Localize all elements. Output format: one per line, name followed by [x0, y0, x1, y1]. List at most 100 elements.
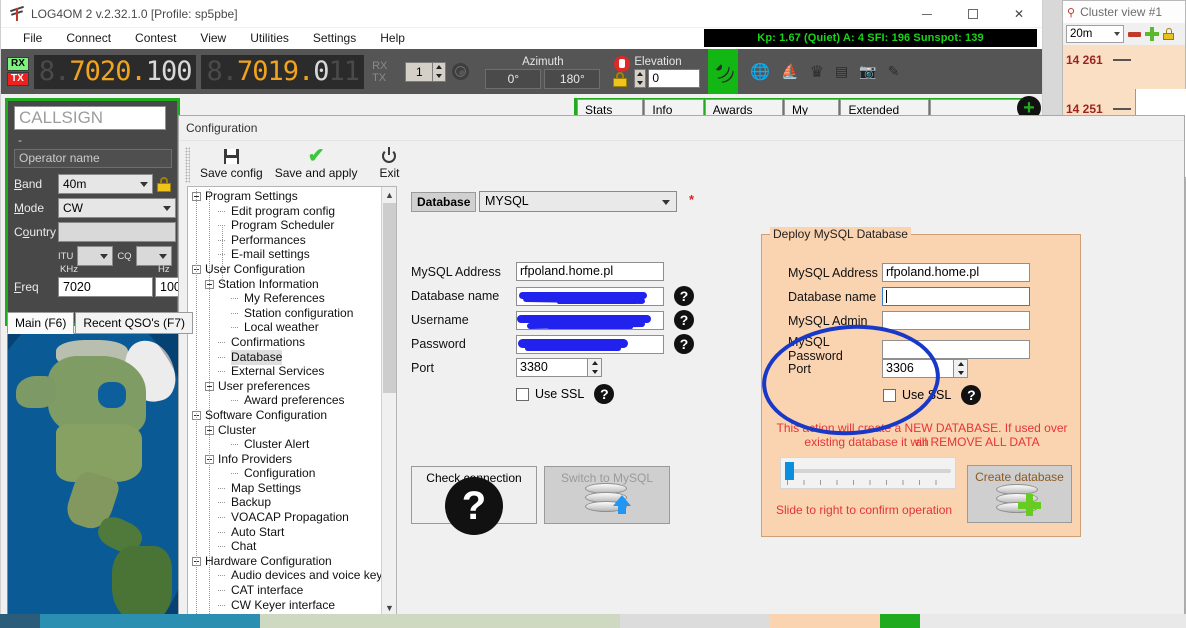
tree-item-info-providers[interactable]: Info Providers	[188, 452, 382, 467]
tree-item-audio-devices-and-voice-keyer[interactable]: Audio devices and voice keyer	[188, 568, 393, 583]
tree-item-backup[interactable]: Backup	[188, 495, 382, 510]
deploy-mysql-admin-input[interactable]	[882, 311, 1030, 330]
help-icon[interactable]: ?	[594, 384, 615, 404]
minus-icon[interactable]	[1128, 31, 1141, 37]
database-name-input[interactable]	[516, 286, 664, 306]
close-button[interactable]: ✕	[996, 0, 1042, 28]
tree-item-user-preferences[interactable]: User preferences	[188, 379, 382, 394]
elevation-input[interactable]: 0	[648, 69, 701, 88]
menu-contest[interactable]: Contest	[123, 28, 188, 49]
mode-select[interactable]: CW	[58, 198, 176, 218]
tree-item-station-configuration[interactable]: Station configuration	[188, 306, 382, 321]
signal-icon[interactable]: ◗))	[708, 49, 739, 94]
tree-item-program-settings[interactable]: Program Settings	[188, 189, 382, 204]
cluster-spot[interactable]: 14 261	[1066, 53, 1103, 67]
stepper-down-icon[interactable]	[436, 74, 443, 78]
scroll-up-icon[interactable]: ▲	[382, 187, 396, 202]
tree-item-my-references[interactable]: My References	[188, 291, 382, 306]
tree-item-cluster[interactable]: Cluster	[188, 423, 382, 438]
toolbar-grip[interactable]	[185, 147, 190, 183]
tree-item-database[interactable]: Database	[188, 349, 382, 365]
tree-scrollbar[interactable]: ▲ ▼	[381, 187, 396, 615]
azimuth-value-secondary[interactable]: 180°	[544, 68, 601, 89]
elevation-stepper[interactable]	[634, 69, 647, 88]
globe-icon[interactable]: 🌐	[750, 62, 770, 82]
gear-icon[interactable]	[452, 63, 470, 80]
azimuth-value[interactable]: 0°	[485, 68, 542, 89]
exit-button[interactable]: Exit	[363, 146, 415, 183]
cluster-band-select[interactable]: 20m	[1066, 25, 1124, 43]
create-database-button[interactable]: Create database	[967, 465, 1072, 523]
hand-stop-icon[interactable]	[614, 56, 631, 72]
freq-khz-input[interactable]: 7020	[58, 277, 153, 297]
deploy-database-name-input[interactable]	[882, 287, 1030, 306]
band-select[interactable]: 40m	[58, 174, 153, 194]
deploy-mysql-address-input[interactable]: rfpoland.home.pl	[882, 263, 1030, 282]
vfo-b-display[interactable]: 8. 7019. 0 11	[201, 54, 365, 89]
menu-file[interactable]: File	[11, 28, 54, 49]
menu-settings[interactable]: Settings	[301, 28, 368, 49]
tree-item-map-settings[interactable]: Map Settings	[188, 481, 382, 496]
tree-item-award-preferences[interactable]: Award preferences	[188, 393, 382, 408]
maximize-button[interactable]	[950, 0, 996, 28]
save-config-button[interactable]: Save config	[194, 146, 269, 183]
stepper-down-icon[interactable]	[591, 369, 598, 374]
tree-item-performances[interactable]: Performances	[188, 233, 382, 248]
tree-item-voacap-propagation[interactable]: VOACAP Propagation	[188, 510, 382, 525]
menu-connect[interactable]: Connect	[54, 28, 123, 49]
tree-item-confirmations[interactable]: Confirmations	[188, 335, 382, 350]
rotator-icon[interactable]: ⛵	[781, 63, 798, 80]
camera-icon[interactable]: 📷	[859, 63, 876, 80]
save-and-apply-button[interactable]: ✔ Save and apply	[269, 146, 364, 183]
use-ssl-checkbox[interactable]	[516, 387, 529, 401]
tree-item-auto-start[interactable]: Auto Start	[188, 525, 382, 540]
port-stepper[interactable]	[588, 358, 602, 377]
server-icon[interactable]: ▤	[835, 63, 848, 80]
tree-item-configuration[interactable]: Configuration	[188, 466, 382, 481]
help-icon[interactable]: ?	[674, 310, 694, 330]
stepper-down-icon[interactable]	[637, 80, 644, 85]
scroll-thumb[interactable]	[383, 203, 396, 393]
tree-item-edit-program-config[interactable]: Edit program config	[188, 204, 382, 219]
band-lock-icon[interactable]	[157, 176, 171, 192]
callsign-input[interactable]: CALLSIGN	[14, 106, 166, 130]
tab-main[interactable]: Main (F6)	[7, 312, 75, 334]
menu-view[interactable]: View	[188, 28, 238, 49]
cq-select[interactable]	[135, 246, 172, 266]
deploy-port-stepper[interactable]	[954, 359, 968, 378]
tree-item-external-services[interactable]: External Services	[188, 364, 382, 379]
tree-item-cat-interface[interactable]: CAT interface	[188, 583, 382, 598]
vfo-a-display[interactable]: 8. 7020. 100	[33, 54, 197, 89]
confirm-slider[interactable]	[780, 457, 956, 489]
help-icon[interactable]: ?	[674, 286, 694, 306]
menu-help[interactable]: Help	[368, 28, 417, 49]
stepper-up-icon[interactable]	[436, 65, 443, 69]
port-input[interactable]: 3380	[516, 358, 588, 377]
database-engine-select[interactable]: MYSQL	[479, 191, 677, 212]
radio-number-stepper[interactable]: 1	[405, 61, 447, 82]
tab-recent-qsos[interactable]: Recent QSO's (F7)	[75, 312, 193, 334]
operator-name-input[interactable]: Operator name	[14, 149, 172, 168]
rotator-lock-icon[interactable]	[613, 72, 628, 87]
stepper-up-icon[interactable]	[637, 72, 644, 77]
itu-select[interactable]	[77, 246, 114, 266]
switch-to-mysql-button[interactable]: Switch to MySQL	[544, 466, 670, 524]
tree-item-program-scheduler[interactable]: Program Scheduler	[188, 218, 382, 233]
tree-item-chat[interactable]: Chat	[188, 539, 382, 554]
deploy-use-ssl-checkbox[interactable]	[883, 388, 896, 402]
crown-icon[interactable]: ♛	[810, 62, 824, 82]
configuration-tree[interactable]: Program Settings Edit program config Progr…	[187, 186, 397, 616]
tree-item-software-configuration[interactable]: Software Configuration	[188, 408, 382, 423]
tree-item-cw-keyer-interface[interactable]: CW Keyer interface	[188, 598, 382, 613]
plus-icon[interactable]	[1145, 27, 1159, 41]
cluster-spot[interactable]: 14 251	[1066, 102, 1103, 116]
help-icon[interactable]: ?	[674, 334, 694, 354]
username-input[interactable]	[516, 310, 664, 330]
tree-item-cluster-alert[interactable]: Cluster Alert	[188, 437, 382, 452]
mysql-address-input[interactable]: rfpoland.home.pl	[516, 262, 664, 281]
tree-item-local-weather[interactable]: Local weather	[188, 320, 382, 335]
password-input[interactable]	[516, 334, 664, 354]
country-input[interactable]	[58, 222, 176, 242]
deploy-mysql-password-input[interactable]	[882, 339, 1030, 359]
tree-item-user-configuration[interactable]: User Configuration	[188, 262, 382, 277]
